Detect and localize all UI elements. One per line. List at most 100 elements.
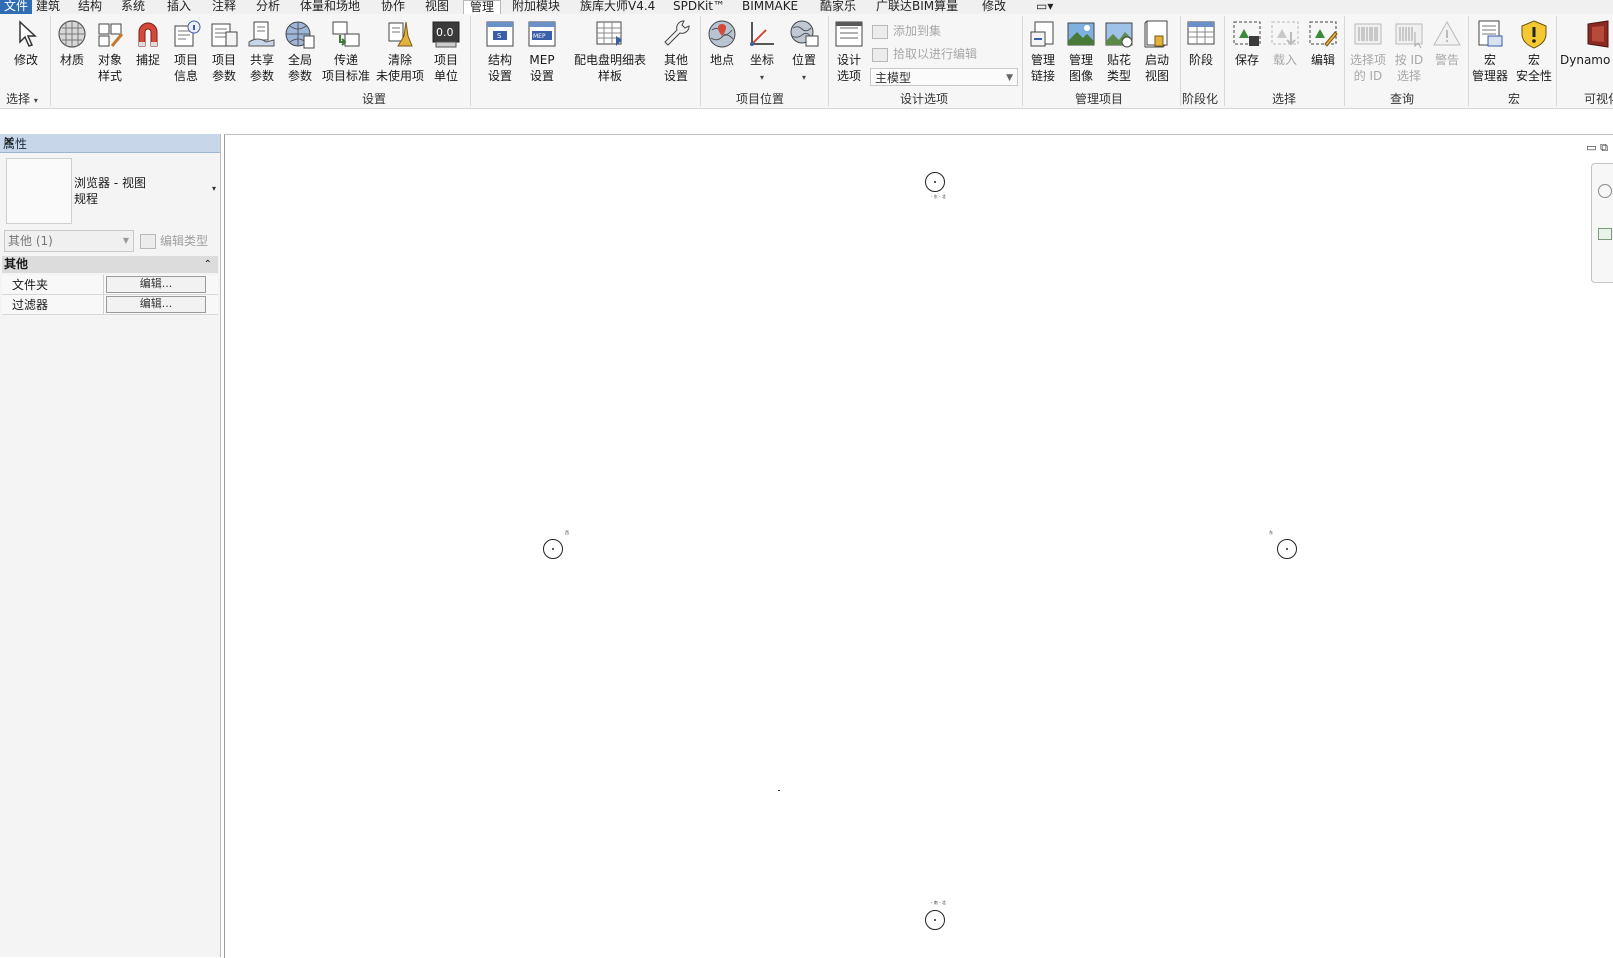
ids-of-selection-button[interactable]: 选择项 的 ID	[1348, 18, 1388, 84]
save-selection-button[interactable]: 保存	[1230, 18, 1264, 68]
quick-access-dropdown[interactable]: ▭▾	[1036, 0, 1053, 14]
add-to-set-icon	[872, 24, 888, 39]
project-information-button[interactable]: 项目 信息	[168, 18, 204, 84]
phases-button[interactable]: 阶段	[1182, 18, 1220, 68]
modify-button[interactable]: 修改	[8, 18, 44, 68]
zoom-icon[interactable]	[1598, 228, 1612, 240]
starting-view-button[interactable]: 启动 视图	[1138, 18, 1176, 84]
manage-links-label-1: 管理	[1030, 53, 1055, 67]
tab-spdkit[interactable]: SPDKit™	[673, 0, 725, 14]
tab-manage[interactable]: 管理	[463, 0, 502, 14]
inquiry-panel-label: 查询	[1390, 92, 1415, 106]
materials-button[interactable]: 材质	[54, 18, 90, 68]
structural-settings-button[interactable]: S 结构 设置	[480, 18, 520, 84]
purge-unused-button[interactable]: 清除 未使用项	[374, 18, 426, 84]
project-parameters-button[interactable]: 项目 参数	[206, 18, 242, 84]
mep-settings-button[interactable]: MEP MEP 设置	[522, 18, 562, 84]
starting-view-icon	[1144, 20, 1168, 48]
property-row-filter: 过滤器 编辑...	[2, 295, 218, 315]
add-to-set-button[interactable]: 添加到集	[872, 22, 941, 39]
tab-glodon-bim[interactable]: 广联达BIM算量	[876, 0, 958, 14]
navigation-bar[interactable]	[1591, 163, 1613, 283]
object-styles-label-1: 对象	[97, 53, 122, 67]
type-selector[interactable]: 浏览器 - 视图 规程 ▾	[4, 156, 218, 224]
select-by-id-button[interactable]: 按 ID 选择	[1390, 18, 1428, 84]
tab-addins[interactable]: 附加模块	[512, 0, 560, 14]
decal-types-button[interactable]: 贴花 类型	[1100, 18, 1138, 84]
edit-selection-button[interactable]: 编辑	[1306, 18, 1340, 68]
phasing-panel-label: 阶段化	[1182, 92, 1219, 106]
additional-settings-button[interactable]: 其他 设置	[656, 18, 696, 84]
position-button[interactable]: 位置 ▾	[784, 18, 824, 86]
edit-type-label: 编辑类型	[160, 234, 209, 248]
manage-images-button[interactable]: 管理 图像	[1062, 18, 1100, 84]
tab-family-library[interactable]: 族库大师V4.4	[580, 0, 655, 14]
chevron-down-icon[interactable]: ▾	[212, 184, 216, 193]
tab-file[interactable]: 文件	[0, 0, 33, 14]
close-icon[interactable]: ✕	[3, 134, 214, 150]
shared-parameters-button[interactable]: 共享 参数	[244, 18, 280, 84]
elevation-marker-east[interactable]	[1277, 539, 1297, 559]
separator	[470, 16, 471, 106]
object-styles-button[interactable]: 对象 样式	[92, 18, 128, 84]
select-by-id-icon	[1395, 23, 1423, 49]
modify-label: 修改	[13, 53, 38, 67]
menu-bar: 文件 建筑 结构 系统 插入 注释 分析 体量和场地 协作 视图 管理 附加模块…	[0, 0, 1613, 14]
snaps-button[interactable]: 捕捉	[130, 18, 166, 68]
tab-kujiale[interactable]: 酷家乐	[820, 0, 856, 14]
coordinates-button[interactable]: 坐标 ▾	[742, 18, 782, 86]
dynamo-button[interactable]: Dynamo	[1560, 18, 1613, 68]
tab-modify[interactable]: 修改	[982, 0, 1006, 14]
view-window-controls[interactable]: ▭ ⧉	[1586, 141, 1608, 155]
drawing-canvas[interactable]: ▭ ⧉ - 东 - 北 西 东 - 南 - 北	[224, 134, 1613, 958]
warnings-button[interactable]: 警告	[1430, 18, 1464, 68]
property-group-other[interactable]: 其他 ⌃	[2, 256, 218, 273]
steering-wheel-icon[interactable]	[1598, 184, 1612, 198]
folder-edit-button[interactable]: 编辑...	[106, 276, 206, 293]
position-caret: ▾	[801, 73, 806, 82]
tab-insert[interactable]: 插入	[167, 0, 191, 14]
warning-triangle-icon	[1433, 20, 1461, 46]
transfer-project-standards-button[interactable]: 传递 项目标准	[320, 18, 372, 84]
select-panel-label[interactable]: 选择 ▾	[6, 90, 38, 106]
instance-filter-select[interactable]: 其他 (1) ▼	[4, 230, 134, 252]
tab-bimmake[interactable]: BIMMAKE	[742, 0, 798, 14]
elevation-tag-north: - 东 - 北	[931, 194, 946, 199]
location-button[interactable]: 地点	[704, 18, 740, 68]
transfer-standards-icon	[332, 21, 360, 47]
ids-of-selection-label-2: 的 ID	[1353, 69, 1383, 83]
object-styles-label-2: 样式	[97, 69, 122, 83]
tab-structure[interactable]: 结构	[78, 0, 102, 14]
collapse-icon[interactable]: ⌃	[202, 256, 212, 273]
tab-collaborate[interactable]: 协作	[381, 0, 405, 14]
edit-type-icon	[140, 234, 156, 249]
elevation-marker-south[interactable]	[925, 910, 945, 930]
position-globe-icon	[790, 20, 819, 47]
design-options-button[interactable]: 设计 选项	[830, 18, 868, 84]
panel-schedule-templates-button[interactable]: 配电盘明细表 样板	[572, 18, 648, 84]
manage-links-button[interactable]: 管理 链接	[1024, 18, 1062, 84]
edit-type-button[interactable]: 编辑类型	[140, 232, 208, 249]
design-option-select[interactable]: 主模型 ▼	[870, 68, 1018, 86]
tab-view[interactable]: 视图	[425, 0, 449, 14]
pick-to-edit-button[interactable]: 拾取以进行编辑	[872, 45, 977, 62]
tab-annotate[interactable]: 注释	[212, 0, 236, 14]
divider	[103, 295, 104, 314]
tab-analyze[interactable]: 分析	[256, 0, 280, 14]
load-selection-button[interactable]: 载入	[1268, 18, 1302, 68]
property-row-folder: 文件夹 编辑...	[2, 275, 218, 295]
elevation-marker-west[interactable]	[543, 539, 563, 559]
project-units-button[interactable]: 0.0 项目 单位	[428, 18, 464, 84]
panel-schedule-label-1: 配电盘明细表	[573, 53, 646, 67]
elevation-marker-north[interactable]	[925, 172, 945, 192]
tab-massing-site[interactable]: 体量和场地	[300, 0, 360, 14]
project-units-label-1: 项目	[433, 53, 458, 67]
elevation-tag-south: - 南 - 北	[931, 900, 946, 905]
global-parameters-button[interactable]: 全局 参数	[282, 18, 318, 84]
tab-architecture[interactable]: 建筑	[36, 0, 60, 14]
macro-security-button[interactable]: 宏 安全性	[1514, 18, 1554, 84]
macro-manager-button[interactable]: 宏 管理器	[1470, 18, 1510, 84]
filter-edit-button[interactable]: 编辑...	[106, 296, 206, 313]
tab-systems[interactable]: 系统	[121, 0, 145, 14]
purge-unused-label-2: 未使用项	[375, 69, 424, 83]
